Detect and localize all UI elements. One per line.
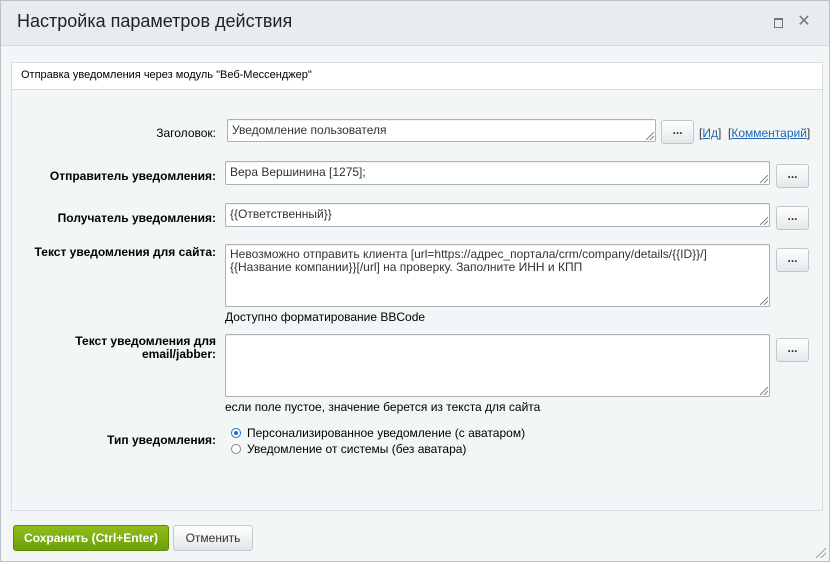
site-text-dots-button[interactable]: ...	[776, 248, 809, 272]
resize-handle-icon[interactable]	[760, 217, 768, 225]
panel-header-text: Отправка уведомления через модуль "Веб-М…	[21, 69, 312, 81]
type-option-personal-label[interactable]: Персонализированное уведомление (с авата…	[247, 426, 525, 440]
email-text-textarea[interactable]	[225, 334, 770, 397]
recipient-input-value: {{Ответственный}}	[230, 207, 332, 221]
radio-checked-icon[interactable]	[231, 428, 241, 438]
email-text-label: Текст уведомления для email/jabber:	[52, 335, 216, 361]
sender-dots-button[interactable]: ...	[776, 164, 809, 188]
comment-link[interactable]: Комментарий	[731, 126, 807, 140]
maximize-icon[interactable]	[771, 15, 785, 29]
type-label: Тип уведомления:	[107, 433, 216, 447]
title-input[interactable]: Уведомление пользователя	[227, 119, 656, 142]
sender-label: Отправитель уведомления:	[49, 169, 216, 183]
email-text-label-line2: email/jabber:	[141, 347, 216, 361]
recipient-label: Получатель уведомления:	[57, 211, 216, 225]
cancel-button[interactable]: Отменить	[173, 525, 253, 551]
radio-unchecked-icon[interactable]	[231, 444, 241, 454]
site-text-value: Невозможно отправить клиента [url=https:…	[230, 247, 707, 274]
save-button[interactable]: Сохранить (Ctrl+Enter)	[13, 525, 169, 551]
recipient-input[interactable]: {{Ответственный}}	[225, 203, 770, 227]
settings-panel: Отправка уведомления через модуль "Веб-М…	[11, 62, 823, 511]
type-option-system-label[interactable]: Уведомление от системы (без аватара)	[247, 442, 466, 456]
panel-header: Отправка уведомления через модуль "Веб-М…	[12, 63, 822, 90]
site-text-label: Текст уведомления для сайта:	[34, 245, 216, 259]
email-text-note: если поле пустое, значение берется из те…	[225, 400, 541, 414]
dialog-resize-grip-icon[interactable]	[816, 548, 826, 558]
title-dots-button[interactable]: ...	[661, 120, 694, 144]
site-text-note: Доступно форматирование BBCode	[225, 310, 426, 324]
email-text-dots-button[interactable]: ...	[776, 338, 809, 362]
title-links: [Ид] [Комментарий]	[699, 126, 811, 140]
dialog-title: Настройка параметров действия	[17, 11, 293, 31]
id-link[interactable]: Ид	[702, 126, 718, 140]
resize-handle-icon[interactable]	[760, 297, 768, 305]
site-text-textarea[interactable]: Невозможно отправить клиента [url=https:…	[225, 244, 770, 307]
recipient-dots-button[interactable]: ...	[776, 206, 809, 230]
title-input-value: Уведомление пользователя	[232, 123, 387, 137]
sender-input[interactable]: Вера Вершинина [1275];	[225, 161, 770, 185]
dialog-titlebar[interactable]: Настройка параметров действия ✕	[1, 1, 829, 46]
resize-handle-icon[interactable]	[646, 132, 654, 140]
title-label: Заголовок:	[156, 126, 216, 140]
resize-handle-icon[interactable]	[760, 387, 768, 395]
sender-input-value: Вера Вершинина [1275];	[230, 165, 366, 179]
resize-handle-icon[interactable]	[760, 175, 768, 183]
close-icon[interactable]: ✕	[797, 14, 811, 30]
action-settings-dialog: Настройка параметров действия ✕ Отправка…	[0, 0, 830, 562]
